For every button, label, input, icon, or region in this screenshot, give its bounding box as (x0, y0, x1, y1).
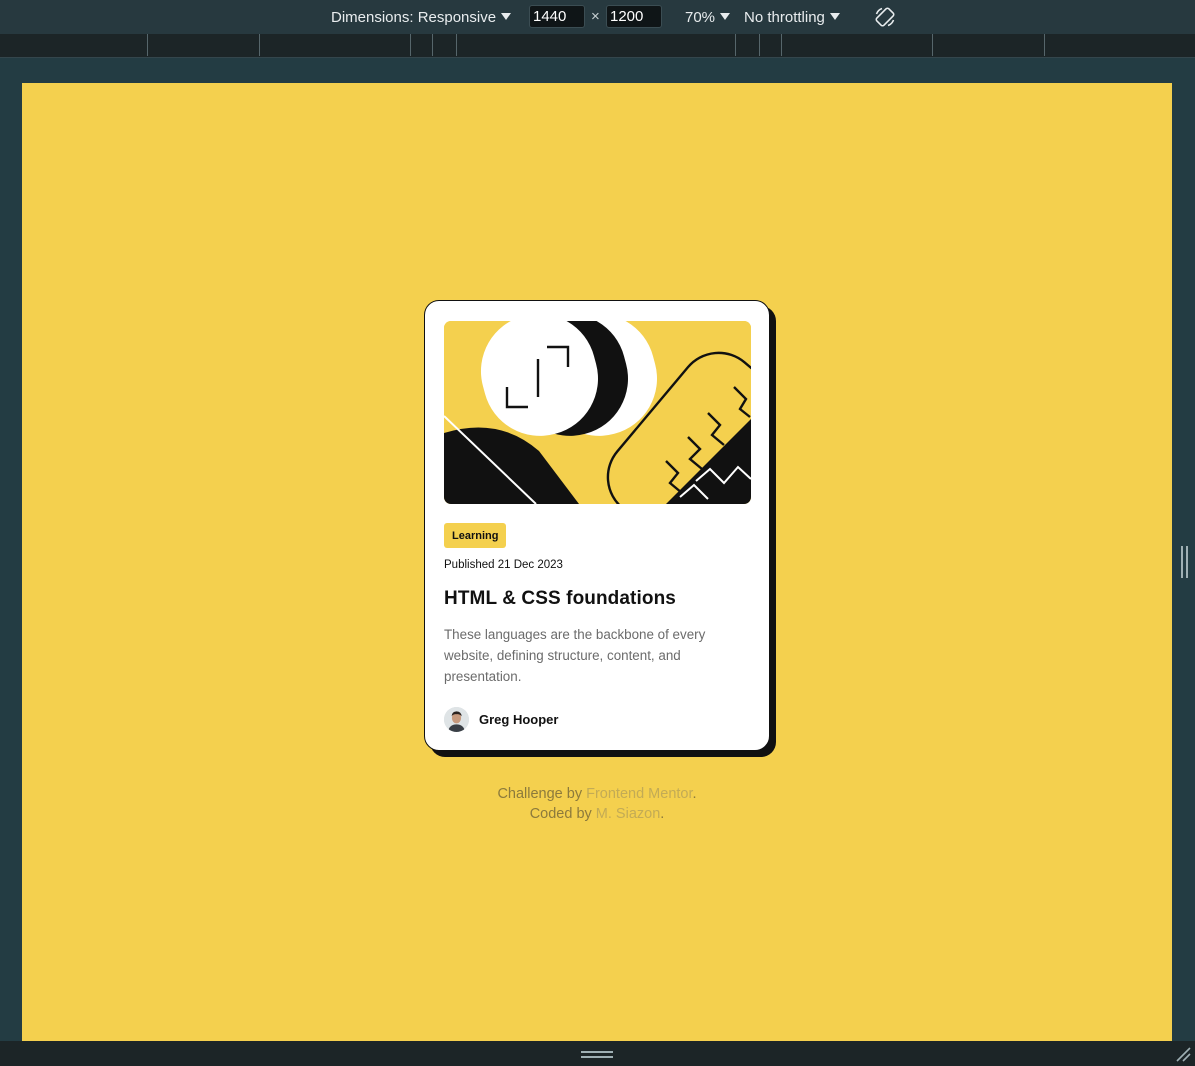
author-link[interactable]: M. Siazon (596, 806, 660, 822)
blog-preview-card: Learning Published 21 Dec 2023 HTML & CS… (424, 300, 770, 751)
attribution-line-2: Coded by M. Siazon. (22, 804, 1172, 824)
author: Greg Hooper (444, 706, 558, 732)
category-badge: Learning (444, 523, 507, 548)
zoom-dropdown[interactable]: 70% (685, 0, 731, 34)
frontend-mentor-link[interactable]: Frontend Mentor (586, 786, 692, 802)
ruler-tick (410, 34, 411, 56)
card-title[interactable]: HTML & CSS foundations (444, 588, 676, 610)
attribution-challenge-text: Challenge by (497, 786, 587, 802)
ruler-tick (735, 34, 736, 56)
throttling-label: No throttling (744, 8, 825, 26)
avatar-portrait-icon (444, 706, 469, 732)
dimensions-label: Dimensions: Responsive (331, 8, 497, 26)
handle-line (581, 1056, 613, 1058)
published-date: Published 21 Dec 2023 (444, 559, 563, 571)
ruler-tick (456, 34, 457, 56)
ruler-tick (1044, 34, 1045, 56)
caret-down-icon (501, 12, 512, 20)
attribution-line-1: Challenge by Frontend Mentor. (22, 784, 1172, 804)
ruler-tick (147, 34, 148, 56)
resize-corner-icon[interactable] (1174, 1045, 1192, 1063)
attribution-coded-text: Coded by (529, 806, 596, 822)
avatar (444, 706, 469, 732)
throttling-dropdown[interactable]: No throttling (744, 0, 840, 34)
ruler-tick (259, 34, 260, 56)
abstract-illustration-icon (444, 321, 751, 504)
devtools-device-toolbar: Dimensions: Responsive 1440 × 1200 70% N… (0, 0, 1195, 34)
author-name: Greg Hooper (479, 711, 559, 727)
ruler-tick (932, 34, 933, 56)
handle-line (1186, 546, 1188, 578)
card-illustration (444, 321, 751, 504)
zoom-label: 70% (685, 8, 716, 26)
resize-handle-right[interactable] (1180, 546, 1189, 578)
caret-down-icon (720, 12, 731, 20)
width-input[interactable]: 1440 (529, 5, 585, 28)
height-input[interactable]: 1200 (606, 5, 662, 28)
attribution-period: . (692, 786, 697, 802)
ruler-tick (759, 34, 760, 56)
caret-down-icon (829, 12, 840, 20)
dimensions-dropdown[interactable]: Dimensions: Responsive (331, 0, 512, 34)
handle-line (1181, 546, 1183, 578)
times-separator: × (591, 8, 600, 25)
ruler-tick (781, 34, 782, 56)
card-description: These languages are the backbone of ever… (444, 627, 706, 684)
media-query-ruler (0, 34, 1195, 58)
handle-line (581, 1051, 613, 1053)
attribution: Challenge by Frontend Mentor. Coded by M… (22, 784, 1172, 824)
rotate-device-icon[interactable] (873, 5, 897, 29)
attribution-period: . (660, 806, 665, 822)
ruler-tick (432, 34, 433, 56)
resize-handle-bottom[interactable] (581, 1051, 613, 1059)
